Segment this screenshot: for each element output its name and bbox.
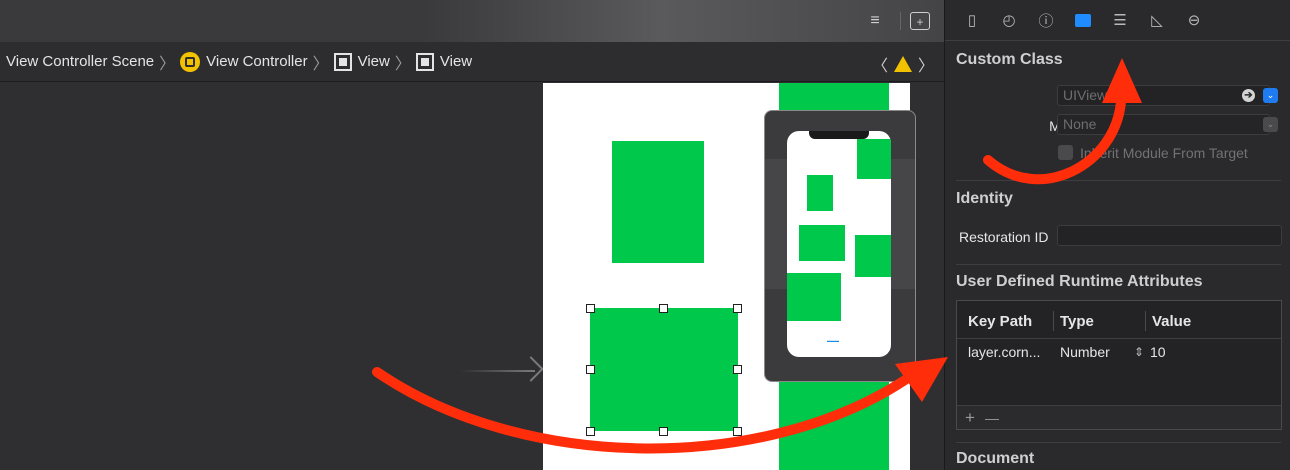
annotation-arrow-top (983, 97, 1126, 185)
annotation-arrow-bottom (372, 367, 910, 454)
annotation-overlay (372, 58, 1142, 454)
annotation-arrow-top-head (1102, 58, 1142, 103)
